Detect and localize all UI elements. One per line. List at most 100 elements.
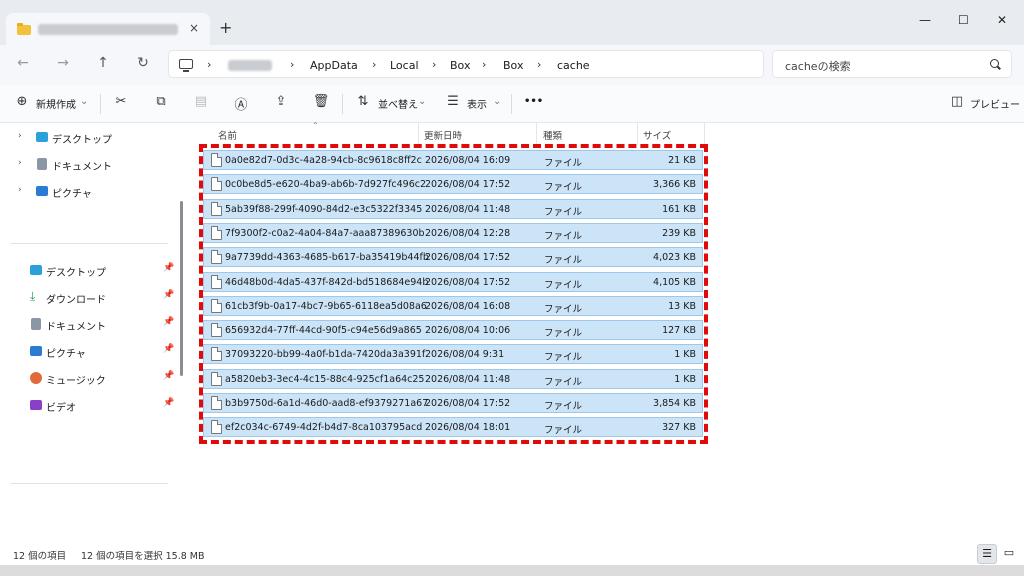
search-input[interactable]: cacheの検索 — [785, 58, 851, 74]
navigation-pane: › デスクトップ › ドキュメント › ピクチャ デスクトップ 📌 ⤓ ダウンロ… — [0, 123, 188, 543]
table-row[interactable]: 61cb3f9b-0a17-4bc7-9b65-6118ea5d08a6 2026… — [203, 295, 703, 316]
column-header-modified[interactable]: 更新日時 — [424, 128, 462, 142]
breadcrumb-user-redacted[interactable] — [228, 60, 272, 71]
table-row[interactable]: 7f9300f2-c0a2-4a04-84a7-aaa87389630b 2026… — [203, 222, 703, 243]
table-row[interactable]: 37093220-bb99-4a0f-b1da-7420da3a391f 2026… — [203, 344, 703, 365]
delete-icon[interactable]: 🗑 — [312, 94, 330, 109]
file-name: a5820eb3-3ec4-4c15-88c4-925cf1a64c25 — [225, 373, 425, 385]
view-icon[interactable]: ☰ — [444, 94, 462, 109]
breadcrumb-cache[interactable]: cache — [557, 59, 590, 72]
breadcrumb-separator-icon[interactable]: › — [537, 58, 541, 71]
table-row[interactable]: ef2c034c-6749-4d2f-b4d7-8ca103795acd 2026… — [203, 417, 703, 438]
breadcrumb-box-2[interactable]: Box — [503, 59, 523, 72]
back-button[interactable]: ← — [13, 55, 33, 71]
file-icon — [211, 177, 222, 192]
chevron-down-icon[interactable]: ⌄ — [80, 96, 88, 107]
preview-pane-icon[interactable]: ◫ — [948, 94, 966, 109]
forward-button[interactable]: → — [53, 55, 73, 71]
chevron-down-icon[interactable]: ⌄ — [493, 96, 501, 107]
column-divider[interactable] — [637, 123, 638, 145]
table-row[interactable]: 0c0be8d5-e620-4ba9-ab6b-7d927fc496c2 2026… — [203, 174, 703, 195]
paste-icon[interactable]: ▤ — [192, 94, 210, 109]
column-divider[interactable] — [704, 123, 705, 145]
file-icon — [211, 274, 222, 289]
maximize-button[interactable]: ☐ — [958, 13, 969, 27]
breadcrumb-separator-icon[interactable]: › — [372, 58, 376, 71]
pin-icon[interactable]: 📌 — [163, 263, 174, 273]
tab-close-icon[interactable]: × — [189, 21, 199, 35]
breadcrumb-appdata[interactable]: AppData — [310, 59, 358, 72]
picture-icon — [36, 186, 48, 196]
column-header-type[interactable]: 種類 — [543, 128, 562, 142]
breadcrumb-separator-icon[interactable]: › — [207, 58, 211, 71]
breadcrumb-separator-icon[interactable]: › — [432, 58, 436, 71]
new-button[interactable]: 新規作成 — [36, 96, 76, 111]
quick-access-downloads[interactable]: ⤓ ダウンロード 📌 — [0, 288, 180, 308]
quick-access-videos[interactable]: ビデオ 📌 — [0, 396, 180, 416]
pin-icon[interactable]: 📌 — [163, 371, 174, 381]
table-row[interactable]: 9a7739dd-4363-4685-b617-ba35419b44fb 2026… — [203, 247, 703, 268]
preview-button[interactable]: プレビュー — [970, 96, 1020, 111]
up-button[interactable]: ↑ — [93, 55, 113, 71]
column-header-size[interactable]: サイズ — [643, 128, 671, 142]
table-row[interactable]: 46d48b0d-4da5-437f-842d-bd518684e94b 2026… — [203, 271, 703, 292]
quick-access-desktop[interactable]: デスクトップ 📌 — [0, 261, 180, 281]
minimize-button[interactable]: — — [919, 13, 931, 27]
pin-icon[interactable]: 📌 — [163, 290, 174, 300]
table-row[interactable]: 0a0e82d7-0d3c-4a28-94cb-8c9618c8ff2c 2026… — [203, 150, 703, 170]
column-header-name[interactable]: 名前 — [218, 128, 237, 142]
chevron-right-icon[interactable]: › — [18, 158, 22, 168]
rename-icon[interactable]: Ⓐ — [232, 94, 250, 113]
search-icon[interactable] — [990, 59, 999, 68]
view-button[interactable]: 表示 — [467, 96, 487, 111]
quick-access-documents[interactable]: ドキュメント 📌 — [0, 315, 180, 335]
new-plus-icon[interactable]: ⊕ — [13, 94, 31, 109]
quick-access-music[interactable]: ミュージック 📌 — [0, 369, 180, 389]
more-options-button[interactable]: ••• — [524, 96, 543, 107]
breadcrumb-local[interactable]: Local — [390, 59, 419, 72]
file-icon — [211, 153, 222, 167]
sort-button[interactable]: 並べ替え — [378, 96, 418, 111]
copy-icon[interactable]: ⧉ — [152, 94, 170, 109]
cut-icon[interactable]: ✂ — [112, 94, 130, 109]
sidebar-item-pictures[interactable]: › ピクチャ — [0, 182, 180, 202]
file-modified: 2026/08/04 17:52 — [425, 276, 511, 288]
sort-icon[interactable]: ⇅ — [354, 94, 372, 109]
address-bar[interactable]: › › AppData › Local › Box › Box › cache — [168, 50, 764, 78]
pin-icon[interactable]: 📌 — [163, 317, 174, 327]
tab-current[interactable]: × — [6, 13, 210, 45]
sort-ascending-icon: ⌃ — [312, 121, 319, 130]
desktop-icon — [36, 132, 48, 142]
sidebar-item-label: ビデオ — [46, 403, 76, 414]
sidebar-scrollbar[interactable] — [180, 201, 183, 376]
search-box[interactable]: cacheの検索 — [772, 50, 1012, 78]
sidebar-item-label: ピクチャ — [46, 349, 86, 360]
breadcrumb-separator-icon[interactable]: › — [482, 58, 486, 71]
chevron-down-icon[interactable]: ⌄ — [418, 96, 426, 107]
sidebar-item-desktop[interactable]: › デスクトップ — [0, 128, 180, 148]
table-row[interactable]: b3b9750d-6a1d-46d0-aad8-ef9379271a67 2026… — [203, 393, 703, 413]
column-divider[interactable] — [536, 123, 537, 145]
breadcrumb-separator-icon[interactable]: › — [290, 58, 294, 71]
file-size: 327 KB — [662, 422, 696, 434]
file-icon — [211, 298, 222, 313]
table-row[interactable]: 656932d4-77ff-44cd-90f5-c94e56d9a865 2026… — [203, 320, 703, 341]
breadcrumb-box-1[interactable]: Box — [450, 59, 470, 72]
refresh-button[interactable]: ↻ — [133, 55, 153, 71]
tiles-view-icon[interactable]: ▭ — [999, 544, 1019, 564]
sidebar-item-documents[interactable]: › ドキュメント — [0, 155, 180, 175]
details-view-icon[interactable]: ☰ — [977, 544, 997, 564]
chevron-right-icon[interactable]: › — [18, 185, 22, 195]
pin-icon[interactable]: 📌 — [163, 344, 174, 354]
pin-icon[interactable]: 📌 — [163, 398, 174, 408]
close-window-button[interactable]: ✕ — [997, 13, 1007, 27]
file-name: 9a7739dd-4363-4685-b617-ba35419b44fb — [225, 252, 429, 264]
column-divider[interactable] — [418, 123, 419, 145]
new-tab-button[interactable]: + — [219, 20, 232, 36]
share-icon[interactable]: ⇪ — [272, 94, 290, 109]
table-row[interactable]: a5820eb3-3ec4-4c15-88c4-925cf1a64c25 2026… — [203, 368, 703, 389]
quick-access-pictures[interactable]: ピクチャ 📌 — [0, 342, 180, 362]
file-icon — [211, 225, 222, 240]
chevron-right-icon[interactable]: › — [18, 131, 22, 141]
table-row[interactable]: 5ab39f88-299f-4090-84d2-e3c5322f3345 2026… — [203, 198, 703, 219]
